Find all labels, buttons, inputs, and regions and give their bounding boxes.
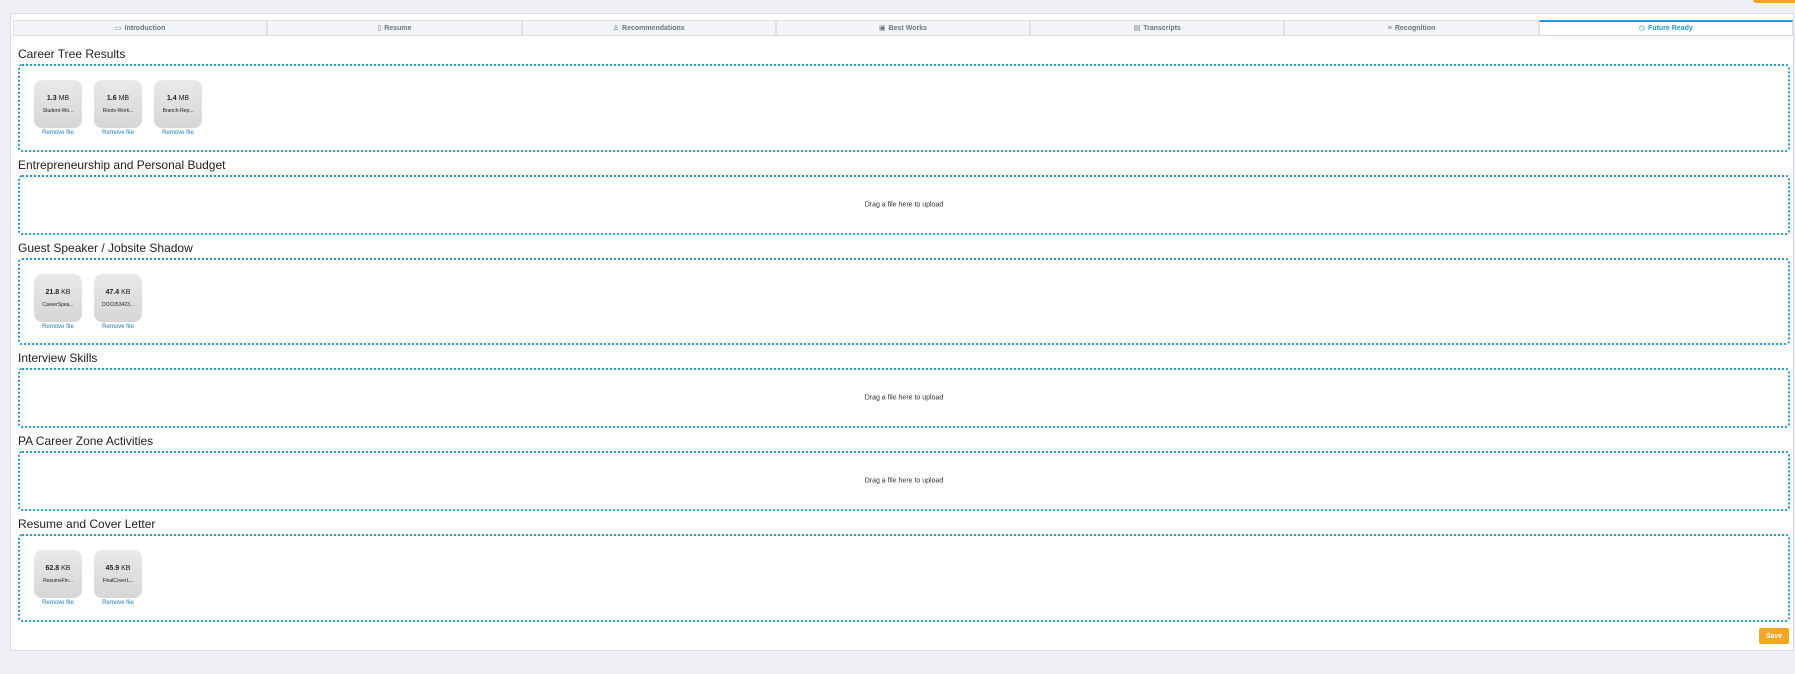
top-accent-bar xyxy=(1753,0,1795,3)
section-title: Entrepreneurship and Personal Budget xyxy=(18,158,226,172)
save-button[interactable]: Save xyxy=(1759,628,1789,644)
file-list: 21.8 KB CareerSpea... Remove file 47.4 K… xyxy=(20,260,1788,330)
remove-file-link[interactable]: Remove file xyxy=(102,324,134,330)
file-size: 1.6 MB xyxy=(106,94,130,102)
file-name: CareerSpea... xyxy=(42,301,74,308)
file-list: 62.8 KB ResumeFin... Remove file 45.9 KB… xyxy=(20,536,1788,606)
file-thumbnail[interactable]: 1.6 MB Roots-Work... xyxy=(94,80,142,128)
monitor-icon: ▭ xyxy=(114,24,122,32)
clock-icon: ◷ xyxy=(1638,25,1646,32)
tab-recommendations[interactable]: ♙ Recommendations xyxy=(521,20,776,35)
remove-file-link[interactable]: Remove file xyxy=(102,130,134,136)
tab-label: Future Ready xyxy=(1648,25,1693,32)
tab-label: Introduction xyxy=(124,24,166,32)
file-name: ResumeFin... xyxy=(43,577,73,584)
file-name: FinalCoverL... xyxy=(102,577,134,584)
tab-label: Transcripts xyxy=(1143,24,1181,32)
file-size: 1.4 MB xyxy=(166,94,190,102)
future-ready-content: Career Tree Results 1.3 MB Student-Wo...… xyxy=(18,47,1790,628)
uploaded-file: 1.3 MB Student-Wo... Remove file xyxy=(34,80,82,136)
remove-file-link[interactable]: Remove file xyxy=(42,130,74,136)
uploaded-file: 1.4 MB Branch-Rep... Remove file xyxy=(154,80,202,136)
uploaded-file: 62.8 KB ResumeFin... Remove file xyxy=(34,550,82,606)
tab-resume[interactable]: ▯ Resume xyxy=(267,20,522,35)
file-thumbnail[interactable]: 1.4 MB Branch-Rep... xyxy=(154,80,202,128)
tab-introduction[interactable]: ▭ Introduction xyxy=(13,20,268,35)
tab-label: Resume xyxy=(384,24,412,32)
remove-file-link[interactable]: Remove file xyxy=(42,600,74,606)
tab-recognition[interactable]: ≡ Recognition xyxy=(1284,20,1539,35)
dropzone-message: Drag a file here to upload xyxy=(864,201,944,209)
folder-icon: ▣ xyxy=(878,24,886,32)
remove-file-link[interactable]: Remove file xyxy=(42,324,74,330)
file-name: Roots-Work... xyxy=(102,107,134,114)
file-name: Branch-Rep... xyxy=(162,107,194,114)
file-thumbnail[interactable]: 21.8 KB CareerSpea... xyxy=(34,274,82,322)
tab-label: Best Works xyxy=(888,24,927,32)
tab-future-ready[interactable]: ◷ Future Ready xyxy=(1538,20,1793,35)
file-thumbnail[interactable]: 62.8 KB ResumeFin... xyxy=(34,550,82,598)
file-size: 45.9 KB xyxy=(105,564,131,572)
section-title: Career Tree Results xyxy=(18,47,126,61)
file-size: 62.8 KB xyxy=(45,564,71,572)
pa-career-zone-dropzone[interactable]: Drag a file here to upload xyxy=(18,451,1790,511)
tab-transcripts[interactable]: ▤ Transcripts xyxy=(1030,20,1285,35)
section-title: PA Career Zone Activities xyxy=(18,434,154,448)
remove-file-link[interactable]: Remove file xyxy=(162,130,194,136)
tab-label: Recognition xyxy=(1394,24,1436,32)
uploaded-file: 1.6 MB Roots-Work... Remove file xyxy=(94,80,142,136)
tab-bar: ▭ Introduction ▯ Resume ♙ Recommendation… xyxy=(13,20,1793,36)
career-tree-dropzone[interactable]: 1.3 MB Student-Wo... Remove file 1.6 MB … xyxy=(18,64,1790,152)
file-thumbnail[interactable]: 45.9 KB FinalCoverL... xyxy=(94,550,142,598)
entrepreneurship-dropzone[interactable]: Drag a file here to upload xyxy=(18,175,1790,235)
portfolio-panel: ▭ Introduction ▯ Resume ♙ Recommendation… xyxy=(10,13,1794,651)
uploaded-file: 45.9 KB FinalCoverL... Remove file xyxy=(94,550,142,606)
section-title: Interview Skills xyxy=(18,351,98,365)
dropzone-message: Drag a file here to upload xyxy=(864,477,944,485)
file-thumbnail[interactable]: 1.3 MB Student-Wo... xyxy=(34,80,82,128)
interview-skills-dropzone[interactable]: Drag a file here to upload xyxy=(18,368,1790,428)
guest-speaker-dropzone[interactable]: 21.8 KB CareerSpea... Remove file 47.4 K… xyxy=(18,258,1790,345)
document-icon: ▯ xyxy=(377,24,382,32)
section-title: Guest Speaker / Jobsite Shadow xyxy=(18,241,193,255)
list-icon: ≡ xyxy=(1387,24,1392,32)
file-name: Student-Wo... xyxy=(42,107,74,114)
uploaded-file: 21.8 KB CareerSpea... Remove file xyxy=(34,274,82,330)
file-size: 47.4 KB xyxy=(105,288,131,296)
tab-label: Recommendations xyxy=(622,24,685,32)
file-list: 1.3 MB Student-Wo... Remove file 1.6 MB … xyxy=(20,66,1788,136)
file-name: DOC053423... xyxy=(102,301,134,308)
file-text-icon: ▤ xyxy=(1133,24,1141,32)
tab-best-works[interactable]: ▣ Best Works xyxy=(775,20,1031,35)
file-thumbnail[interactable]: 47.4 KB DOC053423... xyxy=(94,274,142,322)
dropzone-message: Drag a file here to upload xyxy=(864,394,944,402)
section-title: Resume and Cover Letter xyxy=(18,517,156,531)
file-size: 1.3 MB xyxy=(46,94,70,102)
file-size: 21.8 KB xyxy=(45,288,71,296)
resume-cover-letter-dropzone[interactable]: 62.8 KB ResumeFin... Remove file 45.9 KB… xyxy=(18,534,1790,622)
remove-file-link[interactable]: Remove file xyxy=(102,600,134,606)
thumbs-up-icon: ♙ xyxy=(612,24,620,32)
uploaded-file: 47.4 KB DOC053423... Remove file xyxy=(94,274,142,330)
